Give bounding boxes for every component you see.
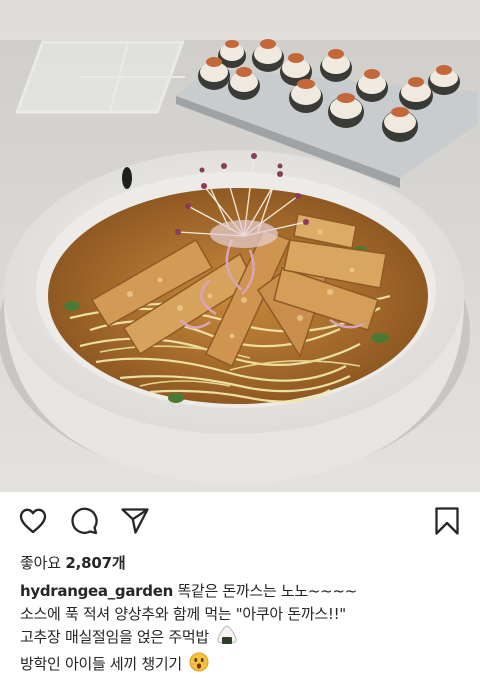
caption-text-3: 고추장 매실절임을 얹은 주먹밥	[20, 628, 209, 646]
likes-label: 좋아요	[20, 554, 61, 572]
heart-icon	[18, 506, 48, 536]
food-photo-illustration	[0, 0, 480, 492]
username-link[interactable]: hydrangea_garden	[20, 582, 173, 600]
caption-text-2: 소스에 푹 적셔 양상추와 함께 먹는 "아쿠아 돈까스!!"	[20, 605, 346, 623]
rice-ball-emoji	[216, 625, 238, 652]
caption-line-4: 방학인 아이들 세끼 챙기기	[20, 652, 460, 678]
share-button[interactable]	[120, 506, 150, 536]
comment-bubble-icon	[69, 506, 99, 536]
post-action-bar	[0, 492, 480, 550]
caption-line-2: 소스에 푹 적셔 양상추와 함께 먹는 "아쿠아 돈까스!!"	[20, 603, 460, 626]
comment-button[interactable]	[69, 506, 99, 536]
caption-line-1: hydrangea_garden 똑같은 돈까스는 노노~~~~	[20, 580, 460, 603]
astonished-face-emoji	[189, 652, 209, 678]
post-caption: hydrangea_garden 똑같은 돈까스는 노노~~~~ 소스에 푹 적…	[20, 580, 460, 678]
caption-text-4: 방학인 아이들 세끼 챙기기	[20, 655, 182, 673]
likes-count-row[interactable]: 좋아요 2,807개	[20, 552, 125, 573]
bookmark-icon	[432, 506, 462, 536]
save-button[interactable]	[432, 506, 462, 536]
likes-count: 2,807개	[65, 554, 125, 572]
post-photo[interactable]	[0, 0, 480, 492]
like-button[interactable]	[18, 506, 48, 536]
caption-line-3: 고추장 매실절임을 얹은 주먹밥	[20, 625, 460, 652]
caption-text-1: 똑같은 돈까스는 노노~~~~	[177, 582, 357, 600]
paper-plane-icon	[120, 506, 150, 536]
